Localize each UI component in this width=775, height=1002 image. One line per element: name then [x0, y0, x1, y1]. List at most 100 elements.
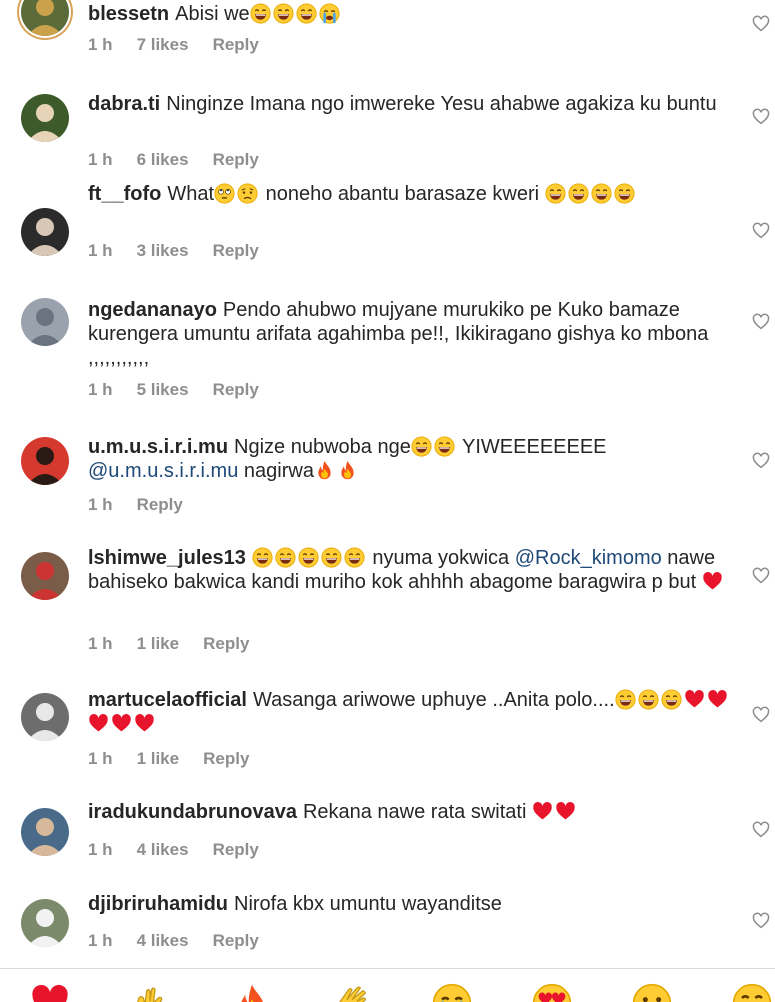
avatar[interactable]: [21, 437, 69, 485]
like-count[interactable]: 3 likes: [137, 241, 189, 260]
avatar-photo: [21, 0, 69, 36]
red-heart-emoji-icon: [684, 690, 704, 708]
avatar[interactable]: [21, 693, 69, 741]
comment-meta: 1 h 3 likes Reply: [88, 241, 283, 261]
like-count[interactable]: 7 likes: [137, 35, 189, 54]
reply-button[interactable]: Reply: [213, 150, 259, 169]
laughing-emoji-icon: [568, 183, 589, 204]
comment-username[interactable]: u.m.u.s.i.r.i.mu: [88, 436, 228, 458]
avatar[interactable]: [21, 552, 69, 600]
comment-timestamp: 1 h: [88, 150, 113, 169]
red-heart-emoji-icon: [89, 714, 108, 732]
comment-text: ngedananayo Pendo ahubwo mujyane murukiko…: [88, 298, 738, 370]
red-heart-emoji-icon: [32, 984, 68, 1002]
like-heart-icon[interactable]: [752, 567, 772, 587]
raised-hands-emoji-icon: [137, 987, 163, 1002]
surprised-reaction-button[interactable]: [632, 983, 672, 1002]
comment-text: djibriruhamidu Nirofa kbx umuntu wayandit…: [88, 892, 738, 916]
red-heart-emoji-icon: [707, 690, 727, 708]
clapping-hands-reaction-button[interactable]: [332, 983, 372, 1002]
comment-meta: 1 h 1 like Reply: [88, 634, 273, 654]
avatar-photo: [21, 899, 69, 947]
red-heart-emoji-icon: [556, 802, 575, 820]
crying-emoji-icon: [319, 3, 340, 24]
reply-button[interactable]: Reply: [203, 749, 249, 768]
comment-username[interactable]: iradukundabrunovava: [88, 801, 297, 823]
avatar[interactable]: [21, 298, 69, 346]
comment-timestamp: 1 h: [88, 634, 113, 653]
like-count[interactable]: 4 likes: [137, 840, 189, 859]
like-heart-icon[interactable]: [752, 452, 772, 472]
comment-username[interactable]: ngedananayo: [88, 299, 217, 321]
reply-button[interactable]: Reply: [213, 241, 259, 260]
like-count[interactable]: 1 like: [137, 634, 180, 653]
comment-body-text: noneho abantu barasaze kweri: [260, 183, 545, 205]
fire-reaction-button[interactable]: [232, 983, 272, 1002]
avatar[interactable]: [21, 0, 69, 36]
comment-username[interactable]: blessetn: [88, 3, 169, 25]
laughing-emoji-icon: [614, 183, 635, 204]
comment-meta: 1 h 4 likes Reply: [88, 931, 283, 951]
worried-emoji-icon: [237, 183, 258, 204]
comment-body-text: Ninginze Imana ngo imwereke Yesu ahabwe …: [166, 93, 717, 115]
like-count[interactable]: 6 likes: [137, 150, 189, 169]
heart-eyes-reaction-button[interactable]: [532, 983, 572, 1002]
like-heart-icon[interactable]: [752, 706, 772, 726]
avatar[interactable]: [21, 899, 69, 947]
comment-username[interactable]: martucelaofficial: [88, 689, 247, 711]
like-count[interactable]: 5 likes: [137, 380, 189, 399]
reply-button[interactable]: Reply: [137, 495, 183, 514]
comment-timestamp: 1 h: [88, 931, 113, 950]
like-heart-icon[interactable]: [752, 108, 772, 128]
laughing-emoji-icon: [321, 547, 342, 568]
crying-reaction-button[interactable]: [432, 983, 472, 1002]
avatar[interactable]: [21, 808, 69, 856]
like-count[interactable]: 1 like: [137, 749, 180, 768]
raised-hands-reaction-button[interactable]: [130, 983, 170, 1002]
reply-button[interactable]: Reply: [213, 931, 259, 950]
comment-username[interactable]: djibriruhamidu: [88, 893, 228, 915]
mention-link[interactable]: @Rock_kimomo: [515, 547, 662, 569]
avatar-photo: [21, 208, 69, 256]
laughing-reaction-button[interactable]: [732, 983, 772, 1002]
like-count[interactable]: 4 likes: [137, 931, 189, 950]
laughing-emoji-icon: [545, 183, 566, 204]
reply-button[interactable]: Reply: [213, 380, 259, 399]
red-heart-emoji-icon: [702, 572, 722, 590]
comment-username[interactable]: ft__fofo: [88, 183, 161, 205]
laughing-emoji-icon: [434, 436, 455, 457]
like-heart-icon[interactable]: [752, 15, 772, 35]
red-heart-reaction-button[interactable]: [30, 983, 70, 1002]
like-heart-icon[interactable]: [752, 821, 772, 841]
laughing-emoji-icon: [591, 183, 612, 204]
comment-meta: 1 h 6 likes Reply: [88, 150, 283, 170]
avatar[interactable]: [21, 94, 69, 142]
reply-button[interactable]: Reply: [203, 634, 249, 653]
laughing-emoji-icon: [275, 547, 296, 568]
comment-username[interactable]: dabra.ti: [88, 93, 160, 115]
avatar[interactable]: [21, 208, 69, 256]
laughing-emoji-icon: [638, 689, 659, 710]
like-heart-icon[interactable]: [752, 313, 772, 333]
heart-eyes-emoji-icon: [532, 983, 572, 1002]
clapping-hands-emoji-icon: [339, 986, 367, 1002]
reply-button[interactable]: Reply: [213, 840, 259, 859]
like-heart-icon[interactable]: [752, 222, 772, 242]
laughing-emoji-icon: [661, 689, 682, 710]
comment-timestamp: 1 h: [88, 840, 113, 859]
surprised-emoji-icon: [632, 983, 672, 1002]
comment-username[interactable]: lshimwe_jules13: [88, 547, 246, 569]
comment-body-text: Wasanga ariwowe uphuye ..Anita polo....: [252, 689, 615, 711]
eye-roll-emoji-icon: [214, 183, 235, 204]
fire-emoji-icon: [341, 460, 354, 480]
comment-meta: 1 h 4 likes Reply: [88, 840, 283, 860]
reply-button[interactable]: Reply: [213, 35, 259, 54]
like-heart-icon[interactable]: [752, 912, 772, 932]
comment-text: u.m.u.s.i.r.i.mu Ngize nubwoba nge YIWEEE…: [88, 435, 738, 483]
laughing-emoji-icon: [250, 3, 271, 24]
comment-text: dabra.ti Ninginze Imana ngo imwereke Yesu…: [88, 92, 738, 116]
avatar-photo: [21, 552, 69, 600]
red-heart-emoji-icon: [533, 802, 552, 820]
mention-link[interactable]: @u.m.u.s.i.r.i.mu: [88, 460, 238, 482]
laughing-emoji-icon: [273, 3, 294, 24]
